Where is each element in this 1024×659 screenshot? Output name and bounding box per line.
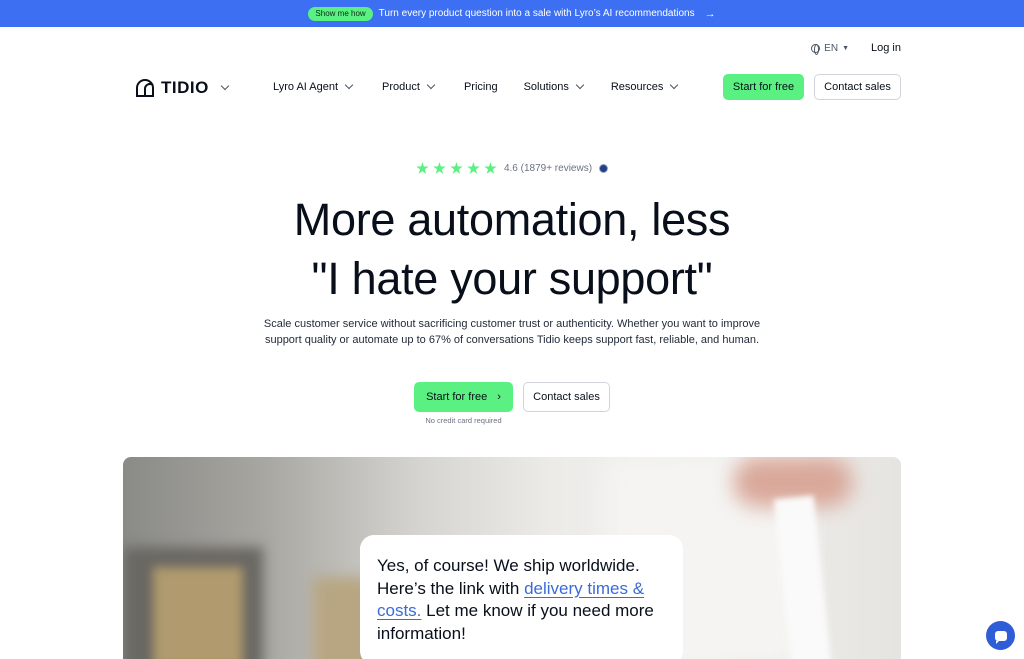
nav-item-product[interactable]: Product — [382, 80, 436, 93]
language-label: EN — [824, 42, 839, 54]
promo-text[interactable]: Turn every product question into a sale … — [379, 8, 695, 19]
nav-menu: Lyro AI Agent Product Pricing Solutions … — [273, 80, 679, 93]
nav-item-label: Solutions — [523, 81, 569, 93]
chevron-down-icon — [575, 80, 585, 90]
chevron-down-icon — [344, 80, 354, 90]
chat-message-bubble: Yes, of course! We ship worldwide. Here’… — [360, 535, 683, 659]
language-selector[interactable]: EN ▼ — [811, 42, 850, 55]
rating-row: 4.6 (1879+ reviews) — [0, 162, 1024, 175]
arrow-right-icon[interactable]: → — [705, 8, 716, 20]
login-link[interactable]: Log in — [871, 42, 901, 54]
cta-start-label: Start for free — [426, 391, 488, 403]
utility-row: EN ▼ Log in — [811, 42, 901, 55]
image-region — [153, 567, 243, 659]
promo-bar: Show me how Turn every product question … — [0, 0, 1024, 27]
star-icon — [433, 162, 446, 174]
nav-item-label: Resources — [610, 81, 664, 93]
subheadline-line-2: support quality or automate up to 67% of… — [264, 334, 760, 346]
globe-icon — [811, 43, 821, 55]
star-icon — [484, 162, 497, 174]
nav-item-pricing[interactable]: Pricing — [464, 81, 498, 93]
no-credit-card-note: No credit card required — [425, 416, 502, 425]
chevron-down-icon[interactable] — [220, 81, 230, 91]
main-nav: TIDIO Lyro AI Agent Product Pricing Solu… — [0, 74, 1024, 101]
start-for-free-button[interactable]: Start for free — [723, 74, 804, 100]
star-icon — [467, 162, 480, 174]
show-me-how-button[interactable]: Show me how — [308, 6, 373, 21]
caret-down-icon: ▼ — [842, 44, 850, 52]
hero-contact-sales-button[interactable]: Contact sales — [523, 382, 610, 412]
star-icon — [450, 162, 463, 174]
contact-sales-button[interactable]: Contact sales — [814, 74, 901, 100]
nav-item-label: Lyro AI Agent — [273, 81, 339, 93]
chat-launcher-button[interactable] — [986, 621, 1015, 650]
logo-text: TIDIO — [161, 78, 209, 97]
rating-text: 4.6 (1879+ reviews) — [503, 163, 593, 174]
chevron-down-icon — [426, 80, 436, 90]
chevron-right-icon: › — [497, 391, 501, 403]
nav-item-resources[interactable]: Resources — [610, 80, 679, 93]
chevron-down-icon — [670, 80, 679, 90]
star-icon — [416, 162, 429, 174]
tidio-logo[interactable]: TIDIO — [134, 77, 230, 99]
nav-item-label: Pricing — [463, 81, 498, 93]
hero-start-for-free-button[interactable]: Start for free › — [414, 382, 513, 412]
nav-item-lyro-ai-agent[interactable]: Lyro AI Agent — [273, 80, 354, 93]
nav-item-solutions[interactable]: Solutions — [523, 80, 585, 93]
nav-item-label: Product — [382, 81, 420, 93]
hero-subheadline: Scale customer service without sacrifici… — [0, 316, 1024, 348]
chat-icon — [994, 630, 1007, 644]
tidio-logo-icon — [136, 79, 154, 97]
headline-line-2: "I hate your support" — [311, 253, 713, 304]
hero-headline: More automation, less "I hate your suppo… — [0, 190, 1024, 308]
subheadline-line-1: Scale customer service without sacrifici… — [263, 318, 761, 330]
review-platform-icon — [599, 164, 609, 173]
headline-line-1: More automation, less — [293, 194, 731, 245]
